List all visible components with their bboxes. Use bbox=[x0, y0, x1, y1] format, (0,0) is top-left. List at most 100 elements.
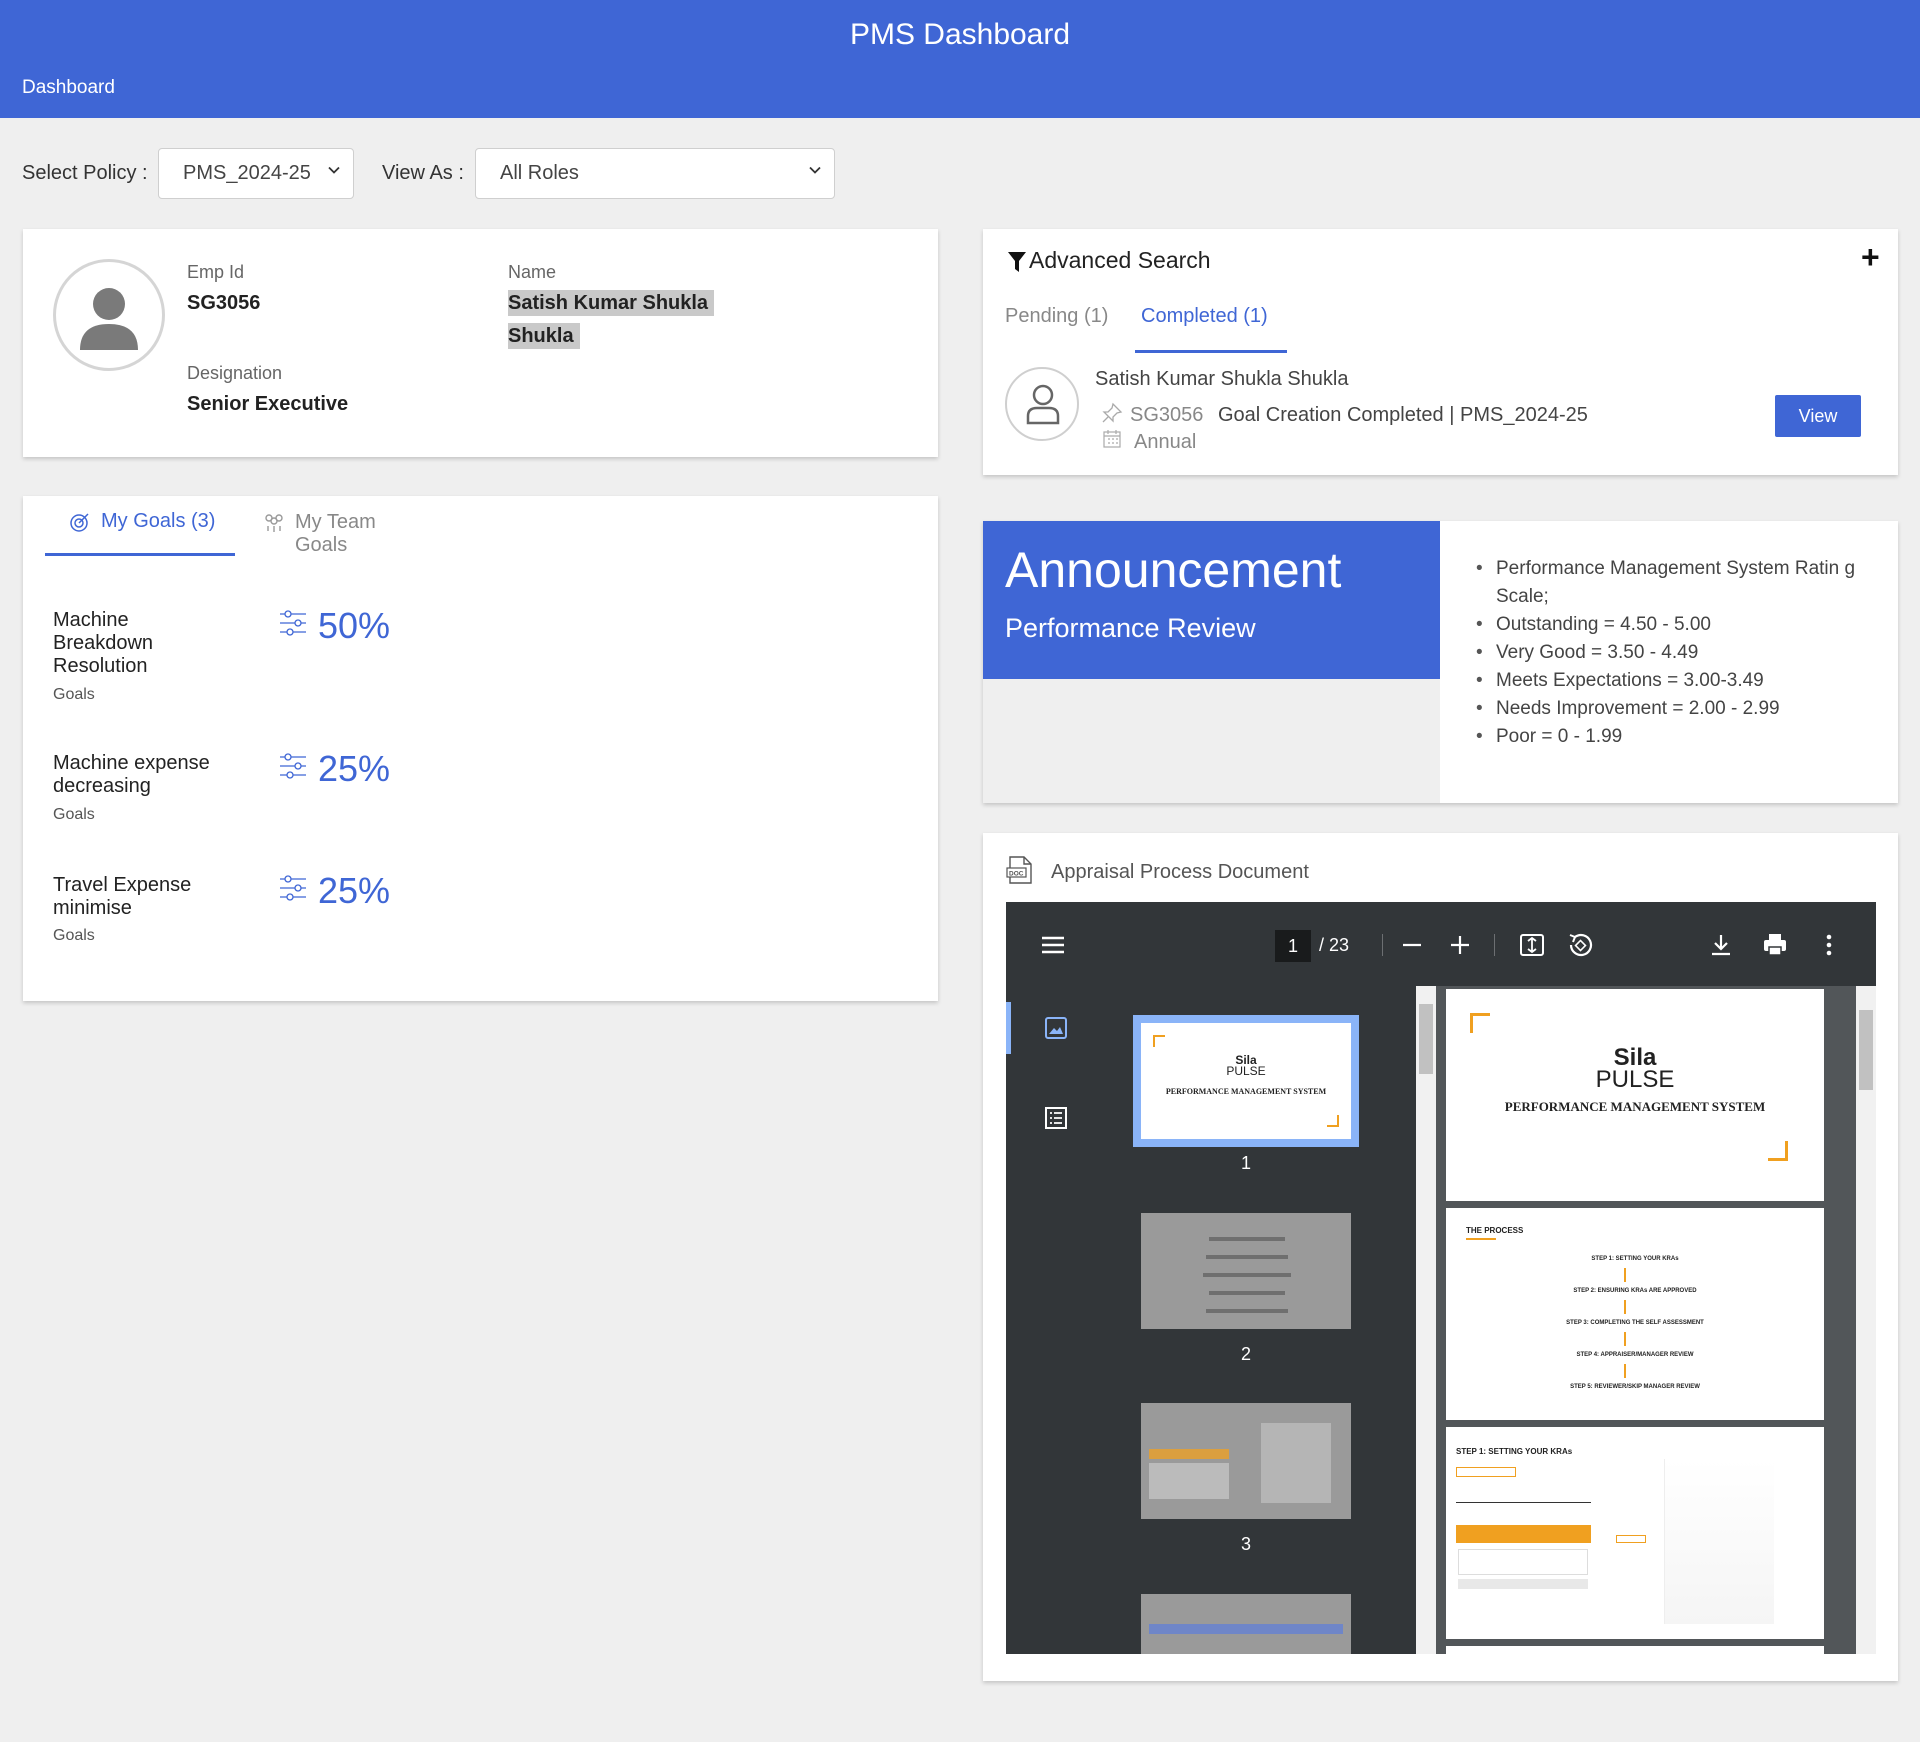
announcement-list: Performance Management System Ratin g Sc… bbox=[1476, 555, 1876, 751]
page-heading: STEP 1: SETTING YOUR KRAs bbox=[1456, 1447, 1573, 1456]
print-icon[interactable] bbox=[1762, 932, 1788, 958]
announcement-item: Performance Management System Ratin g Sc… bbox=[1476, 555, 1876, 611]
goals-card: My Goals (3) My Team Goals Machine Breakd… bbox=[23, 496, 938, 1001]
announcement-item: Outstanding = 4.50 - 5.00 bbox=[1476, 611, 1876, 639]
chevron-down-icon bbox=[328, 166, 340, 174]
goal-title: Machine Breakdown Resolution bbox=[53, 609, 154, 677]
svg-text:DOC: DOC bbox=[1009, 871, 1024, 878]
corner-mark bbox=[1470, 1013, 1490, 1033]
rotate-icon[interactable] bbox=[1567, 932, 1593, 958]
tab-my-goals[interactable]: My Goals (3) bbox=[45, 508, 235, 556]
announcement-item: Very Good = 3.50 - 4.49 bbox=[1476, 639, 1876, 667]
avatar bbox=[53, 259, 165, 371]
logo-text: Sila PULSE bbox=[1226, 1053, 1266, 1078]
menu-icon[interactable] bbox=[1040, 932, 1066, 958]
document-icon: DOC bbox=[1006, 856, 1032, 884]
goal-percent: 25% bbox=[318, 748, 391, 789]
tab-completed-label: Completed (1) bbox=[1141, 305, 1268, 327]
process-step: STEP 5: REVIEWER/SKIP MANAGER REVIEW bbox=[1570, 1384, 1700, 1390]
designation-value: Senior Executive bbox=[187, 393, 349, 415]
corner-mark bbox=[1327, 1115, 1339, 1127]
app-header: PMS Dashboard Dashboard bbox=[0, 0, 1920, 118]
toolbar-divider bbox=[1494, 934, 1495, 956]
toolbar-divider bbox=[1382, 934, 1383, 956]
goal-percent: 50% bbox=[318, 605, 391, 646]
sliders-icon bbox=[280, 875, 306, 901]
active-indicator bbox=[1006, 1002, 1011, 1054]
policy-select-value: PMS_2024-25 bbox=[183, 162, 311, 184]
thumbnail-page[interactable] bbox=[1141, 1403, 1351, 1519]
pdf-page: Sila PULSE PERFORMANCE MANAGEMENT SYSTEM bbox=[1446, 989, 1824, 1201]
pdf-toolbar: 1 / 23 bbox=[1006, 902, 1876, 986]
goal-subtitle: Goals bbox=[53, 806, 95, 823]
tab-my-team-goals[interactable]: My Team Goals bbox=[239, 508, 429, 556]
result-cycle: Annual bbox=[1134, 431, 1197, 453]
name-line-1: Satish Kumar Shukla bbox=[508, 290, 715, 316]
announcement-title: Announcement bbox=[1005, 542, 1342, 598]
thumbnail-number: 2 bbox=[1240, 1344, 1251, 1364]
tab-pending[interactable]: Pending (1) bbox=[1005, 305, 1108, 328]
pdf-pages: Sila PULSE PERFORMANCE MANAGEMENT SYSTEM … bbox=[1436, 986, 1876, 1654]
corner-mark bbox=[1153, 1035, 1165, 1047]
page-heading: PERFORMANCE MANAGEMENT SYSTEM bbox=[1504, 1099, 1766, 1114]
add-search-button[interactable]: + bbox=[1861, 239, 1880, 276]
zoom-in-icon[interactable] bbox=[1447, 932, 1473, 958]
view-button[interactable]: View bbox=[1775, 395, 1861, 437]
pdf-page: THE PROCESS STEP 1: SETTING YOUR KRAs ST… bbox=[1446, 1208, 1824, 1420]
emp-id-value: SG3056 bbox=[187, 292, 261, 314]
pdf-page: STEP 1: SETTING YOUR KRAs bbox=[1446, 1427, 1824, 1639]
thumbnail-heading: PERFORMANCE MANAGEMENT SYSTEM bbox=[1165, 1087, 1327, 1096]
tab-my-team-goals-label: My Team Goals bbox=[295, 511, 376, 556]
process-step: STEP 4: APPRAISER/MANAGER REVIEW bbox=[1576, 1352, 1694, 1358]
calendar-icon bbox=[1103, 430, 1121, 448]
more-options-icon[interactable] bbox=[1816, 932, 1842, 958]
name-label: Name bbox=[508, 262, 557, 282]
policy-select[interactable]: PMS_2024-25 bbox=[158, 148, 354, 199]
emp-id-label: Emp Id bbox=[187, 262, 245, 282]
announcement-item: Poor = 0 - 1.99 bbox=[1476, 723, 1876, 751]
page-number-input[interactable]: 1 bbox=[1275, 930, 1311, 962]
outline-icon[interactable] bbox=[1044, 1106, 1068, 1130]
policy-label: Select Policy : bbox=[22, 162, 148, 184]
announcement-item: Meets Expectations = 3.00-3.49 bbox=[1476, 667, 1876, 695]
zoom-out-icon[interactable] bbox=[1399, 932, 1425, 958]
download-icon[interactable] bbox=[1708, 932, 1734, 958]
thumbnail-page[interactable] bbox=[1141, 1213, 1351, 1329]
goal-subtitle: Goals bbox=[53, 927, 95, 944]
avatar bbox=[1005, 367, 1079, 441]
announcement-subtitle: Performance Review bbox=[1005, 613, 1256, 643]
goal-subtitle: Goals bbox=[53, 686, 95, 703]
pdf-thumbnail-sidebar: Sila PULSE PERFORMANCE MANAGEMENT SYSTEM … bbox=[1006, 986, 1436, 1654]
breadcrumb-dashboard[interactable]: Dashboard bbox=[22, 77, 115, 99]
announcement-item: Needs Improvement = 2.00 - 2.99 bbox=[1476, 695, 1876, 723]
thumbnail-page[interactable] bbox=[1141, 1594, 1351, 1654]
view-as-label: View As : bbox=[382, 162, 464, 184]
filter-icon bbox=[1008, 252, 1026, 272]
goal-title: Travel Expense minimise bbox=[53, 874, 192, 919]
thumbnail-scrollbar[interactable] bbox=[1416, 986, 1436, 1654]
thumbnail-page[interactable]: Sila PULSE PERFORMANCE MANAGEMENT SYSTEM bbox=[1141, 1023, 1351, 1139]
pdf-page bbox=[1446, 1646, 1824, 1654]
process-step: STEP 2: ENSURING KRAs ARE APPROVED bbox=[1573, 1288, 1697, 1294]
document-card: DOC Appraisal Process Document 1 / 23 Si… bbox=[983, 833, 1898, 1681]
profile-card: Emp Id SG3056 Designation Senior Executi… bbox=[23, 229, 938, 457]
goal-percent: 25% bbox=[318, 870, 391, 911]
user-icon bbox=[80, 288, 138, 350]
sliders-icon bbox=[280, 753, 306, 779]
thumbnail-number: 3 bbox=[1240, 1534, 1251, 1554]
sliders-icon bbox=[280, 610, 306, 636]
pdf-viewer[interactable]: 1 / 23 Sila PULSE PERFORMANCE MANAGEMENT… bbox=[1006, 902, 1876, 1654]
user-outline-icon bbox=[1026, 384, 1060, 425]
result-status: Goal Creation Completed | PMS_2024-25 bbox=[1218, 404, 1588, 426]
page-scrollbar[interactable] bbox=[1856, 986, 1876, 1654]
announcement-banner: Announcement Performance Review bbox=[983, 521, 1440, 679]
tab-completed[interactable]: Completed (1) bbox=[1135, 305, 1287, 353]
fit-page-icon[interactable] bbox=[1519, 932, 1545, 958]
announcement-spacer bbox=[983, 679, 1440, 803]
corner-mark bbox=[1768, 1141, 1788, 1161]
page-heading: THE PROCESS bbox=[1466, 1226, 1524, 1235]
goal-title: Machine expense decreasing bbox=[53, 752, 210, 797]
thumbnails-icon[interactable] bbox=[1044, 1016, 1068, 1040]
page-total: / 23 bbox=[1319, 935, 1350, 955]
view-as-select[interactable]: All Roles bbox=[475, 148, 835, 199]
